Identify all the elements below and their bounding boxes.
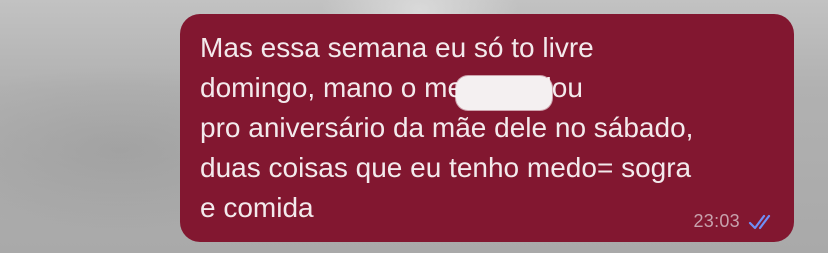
message-text: Mas essa semana eu só to livre domingo, … — [200, 32, 694, 223]
message-timestamp: 23:03 — [693, 211, 740, 231]
message-meta: 23:03 — [693, 211, 778, 232]
message-bubble[interactable]: Mas essa semana eu só to livre domingo, … — [180, 14, 794, 242]
redacted-name-scribble — [456, 76, 552, 110]
double-check-icon — [748, 214, 771, 229]
